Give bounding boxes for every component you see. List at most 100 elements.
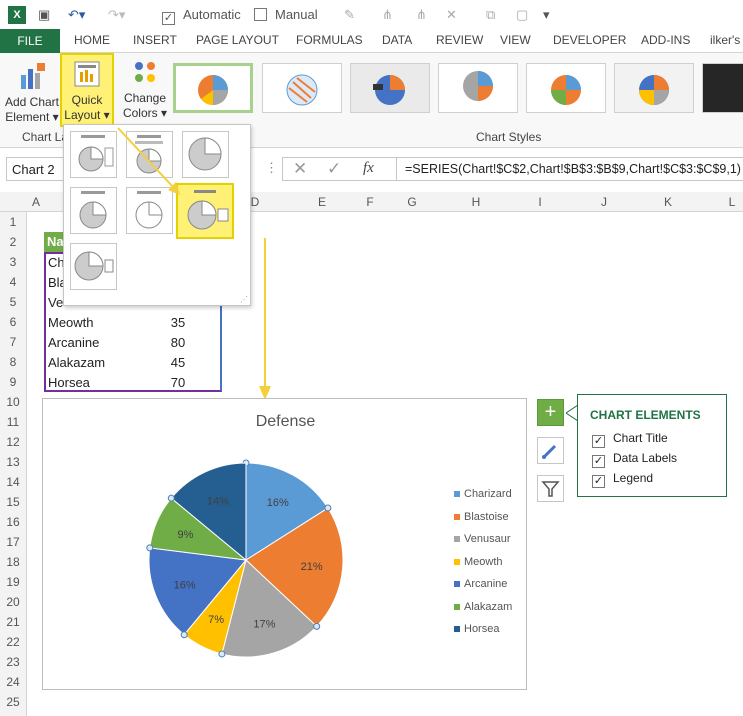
- cancel-icon[interactable]: ✕: [293, 159, 307, 179]
- quick-layout-button[interactable]: Quick Layout ▾: [60, 53, 114, 127]
- row-header-11[interactable]: 11: [0, 415, 26, 429]
- row-header-12[interactable]: 12: [0, 435, 26, 449]
- cell-name-row5[interactable]: Ve: [48, 295, 63, 310]
- legend-entry[interactable]: Charizard: [464, 488, 512, 500]
- row-header-24[interactable]: 24: [0, 675, 26, 689]
- row-header-2[interactable]: 2: [0, 235, 26, 249]
- chart-style-3[interactable]: [350, 63, 430, 113]
- data-labels-checkbox[interactable]: ✓: [592, 455, 605, 468]
- row-header-3[interactable]: 3: [0, 255, 26, 269]
- row-header-9[interactable]: 9: [0, 375, 26, 389]
- tab-insert[interactable]: INSERT: [133, 33, 177, 47]
- cell-name[interactable]: Meowth: [48, 315, 94, 330]
- data-label[interactable]: 17%: [253, 618, 275, 630]
- trace-dependents-icon[interactable]: ⋔: [416, 6, 427, 23]
- save-icon[interactable]: ▣: [38, 6, 50, 23]
- tab-add-ins[interactable]: ADD-INS: [641, 33, 690, 47]
- cell-name[interactable]: Arcanine: [48, 335, 99, 350]
- undo-icon[interactable]: ↶▾: [68, 6, 85, 23]
- add-chart-element-button[interactable]: Add Chart Element ▾: [4, 61, 60, 125]
- tab-user[interactable]: ilker's: [710, 33, 740, 47]
- chart-style-2[interactable]: [262, 63, 342, 113]
- selection-handle[interactable]: [218, 650, 226, 658]
- legend-entry[interactable]: Horsea: [464, 623, 499, 635]
- legend-entry[interactable]: Meowth: [464, 556, 503, 568]
- row-header-22[interactable]: 22: [0, 635, 26, 649]
- row-header-4[interactable]: 4: [0, 275, 26, 289]
- remove-arrows-icon[interactable]: ✕: [446, 6, 457, 23]
- automatic-checkbox[interactable]: ✓ Automatic: [162, 6, 241, 25]
- chart-title[interactable]: Defense: [43, 413, 528, 431]
- column-header-h[interactable]: H: [444, 195, 508, 209]
- column-header-l[interactable]: L: [700, 195, 743, 209]
- row-header-15[interactable]: 15: [0, 495, 26, 509]
- row-header-7[interactable]: 7: [0, 335, 26, 349]
- chart-style-7[interactable]: [702, 63, 743, 113]
- tab-developer[interactable]: DEVELOPER: [553, 33, 626, 47]
- legend-entry[interactable]: Blastoise: [464, 511, 509, 523]
- manual-checkbox[interactable]: Manual: [254, 6, 318, 23]
- redo-icon[interactable]: ↷▾: [108, 6, 125, 23]
- row-header-5[interactable]: 5: [0, 295, 26, 309]
- tab-view[interactable]: VIEW: [500, 33, 531, 47]
- legend-checkbox[interactable]: ✓: [592, 475, 605, 488]
- chart-styles-button[interactable]: [537, 437, 564, 464]
- trace-precedents-icon[interactable]: ⋔: [382, 6, 393, 23]
- brush-icon[interactable]: ✎: [344, 6, 355, 23]
- row-header-21[interactable]: 21: [0, 615, 26, 629]
- row-header-17[interactable]: 17: [0, 535, 26, 549]
- tab-data[interactable]: DATA: [382, 33, 412, 47]
- tab-file[interactable]: FILE: [0, 29, 60, 53]
- chart-style-4[interactable]: [438, 63, 518, 113]
- row-header-19[interactable]: 19: [0, 575, 26, 589]
- row-header-14[interactable]: 14: [0, 475, 26, 489]
- customize-qat-icon[interactable]: ▾: [543, 6, 550, 23]
- legend-entry[interactable]: Alakazam: [464, 601, 512, 613]
- selection-handle[interactable]: [146, 544, 154, 552]
- chart-title-option[interactable]: ✓ Chart Title: [592, 431, 668, 448]
- pie-chart[interactable]: 16% 21% 17% 7% 16% 9% 14%: [130, 455, 370, 670]
- chart-style-5[interactable]: [526, 63, 606, 113]
- data-label[interactable]: 16%: [267, 497, 289, 509]
- data-label[interactable]: 9%: [178, 529, 194, 541]
- row-header-1[interactable]: 1: [0, 215, 26, 229]
- data-label[interactable]: 7%: [208, 614, 224, 626]
- tab-page-layout[interactable]: PAGE LAYOUT: [196, 33, 279, 47]
- enter-icon[interactable]: ✓: [327, 159, 341, 179]
- row-header-6[interactable]: 6: [0, 315, 26, 329]
- selection-handle[interactable]: [180, 631, 188, 639]
- selection-handle[interactable]: [167, 494, 175, 502]
- row-header-20[interactable]: 20: [0, 595, 26, 609]
- column-header-k[interactable]: K: [636, 195, 700, 209]
- formula-input[interactable]: =SERIES(Chart!$C$2,Chart!$B$3:$B$9,Chart…: [396, 157, 743, 181]
- tab-formulas[interactable]: FORMULAS: [296, 33, 363, 47]
- tab-home[interactable]: HOME: [74, 33, 110, 47]
- header-cell-name[interactable]: Na: [44, 232, 64, 252]
- row-header-13[interactable]: 13: [0, 455, 26, 469]
- column-header-e[interactable]: E: [296, 195, 348, 209]
- row-header-23[interactable]: 23: [0, 655, 26, 669]
- column-header-i[interactable]: I: [508, 195, 572, 209]
- cell-name[interactable]: Alakazam: [48, 355, 105, 370]
- chart-style-1[interactable]: [173, 63, 253, 113]
- cell-name[interactable]: Horsea: [48, 375, 90, 390]
- data-label[interactable]: 21%: [301, 561, 323, 573]
- chart-title-checkbox[interactable]: ✓: [592, 435, 605, 448]
- chart-filters-button[interactable]: [537, 475, 564, 502]
- clear-icon[interactable]: ▢: [516, 6, 528, 23]
- row-header-10[interactable]: 10: [0, 395, 26, 409]
- column-header-j[interactable]: J: [572, 195, 636, 209]
- data-label[interactable]: 16%: [174, 579, 196, 591]
- column-header-f[interactable]: F: [360, 195, 380, 209]
- camera-icon[interactable]: ⧉: [486, 6, 495, 23]
- row-header-25[interactable]: 25: [0, 695, 26, 709]
- chart-style-6[interactable]: [614, 63, 694, 113]
- column-header-a[interactable]: A: [27, 195, 45, 209]
- change-colors-button[interactable]: Change Colors ▾: [118, 57, 172, 121]
- legend-option[interactable]: ✓ Legend: [592, 471, 653, 488]
- name-box[interactable]: Chart 2: [6, 157, 64, 181]
- row-header-16[interactable]: 16: [0, 515, 26, 529]
- chart-elements-button[interactable]: +: [537, 399, 564, 426]
- legend-entry[interactable]: Arcanine: [464, 578, 507, 590]
- row-header-8[interactable]: 8: [0, 355, 26, 369]
